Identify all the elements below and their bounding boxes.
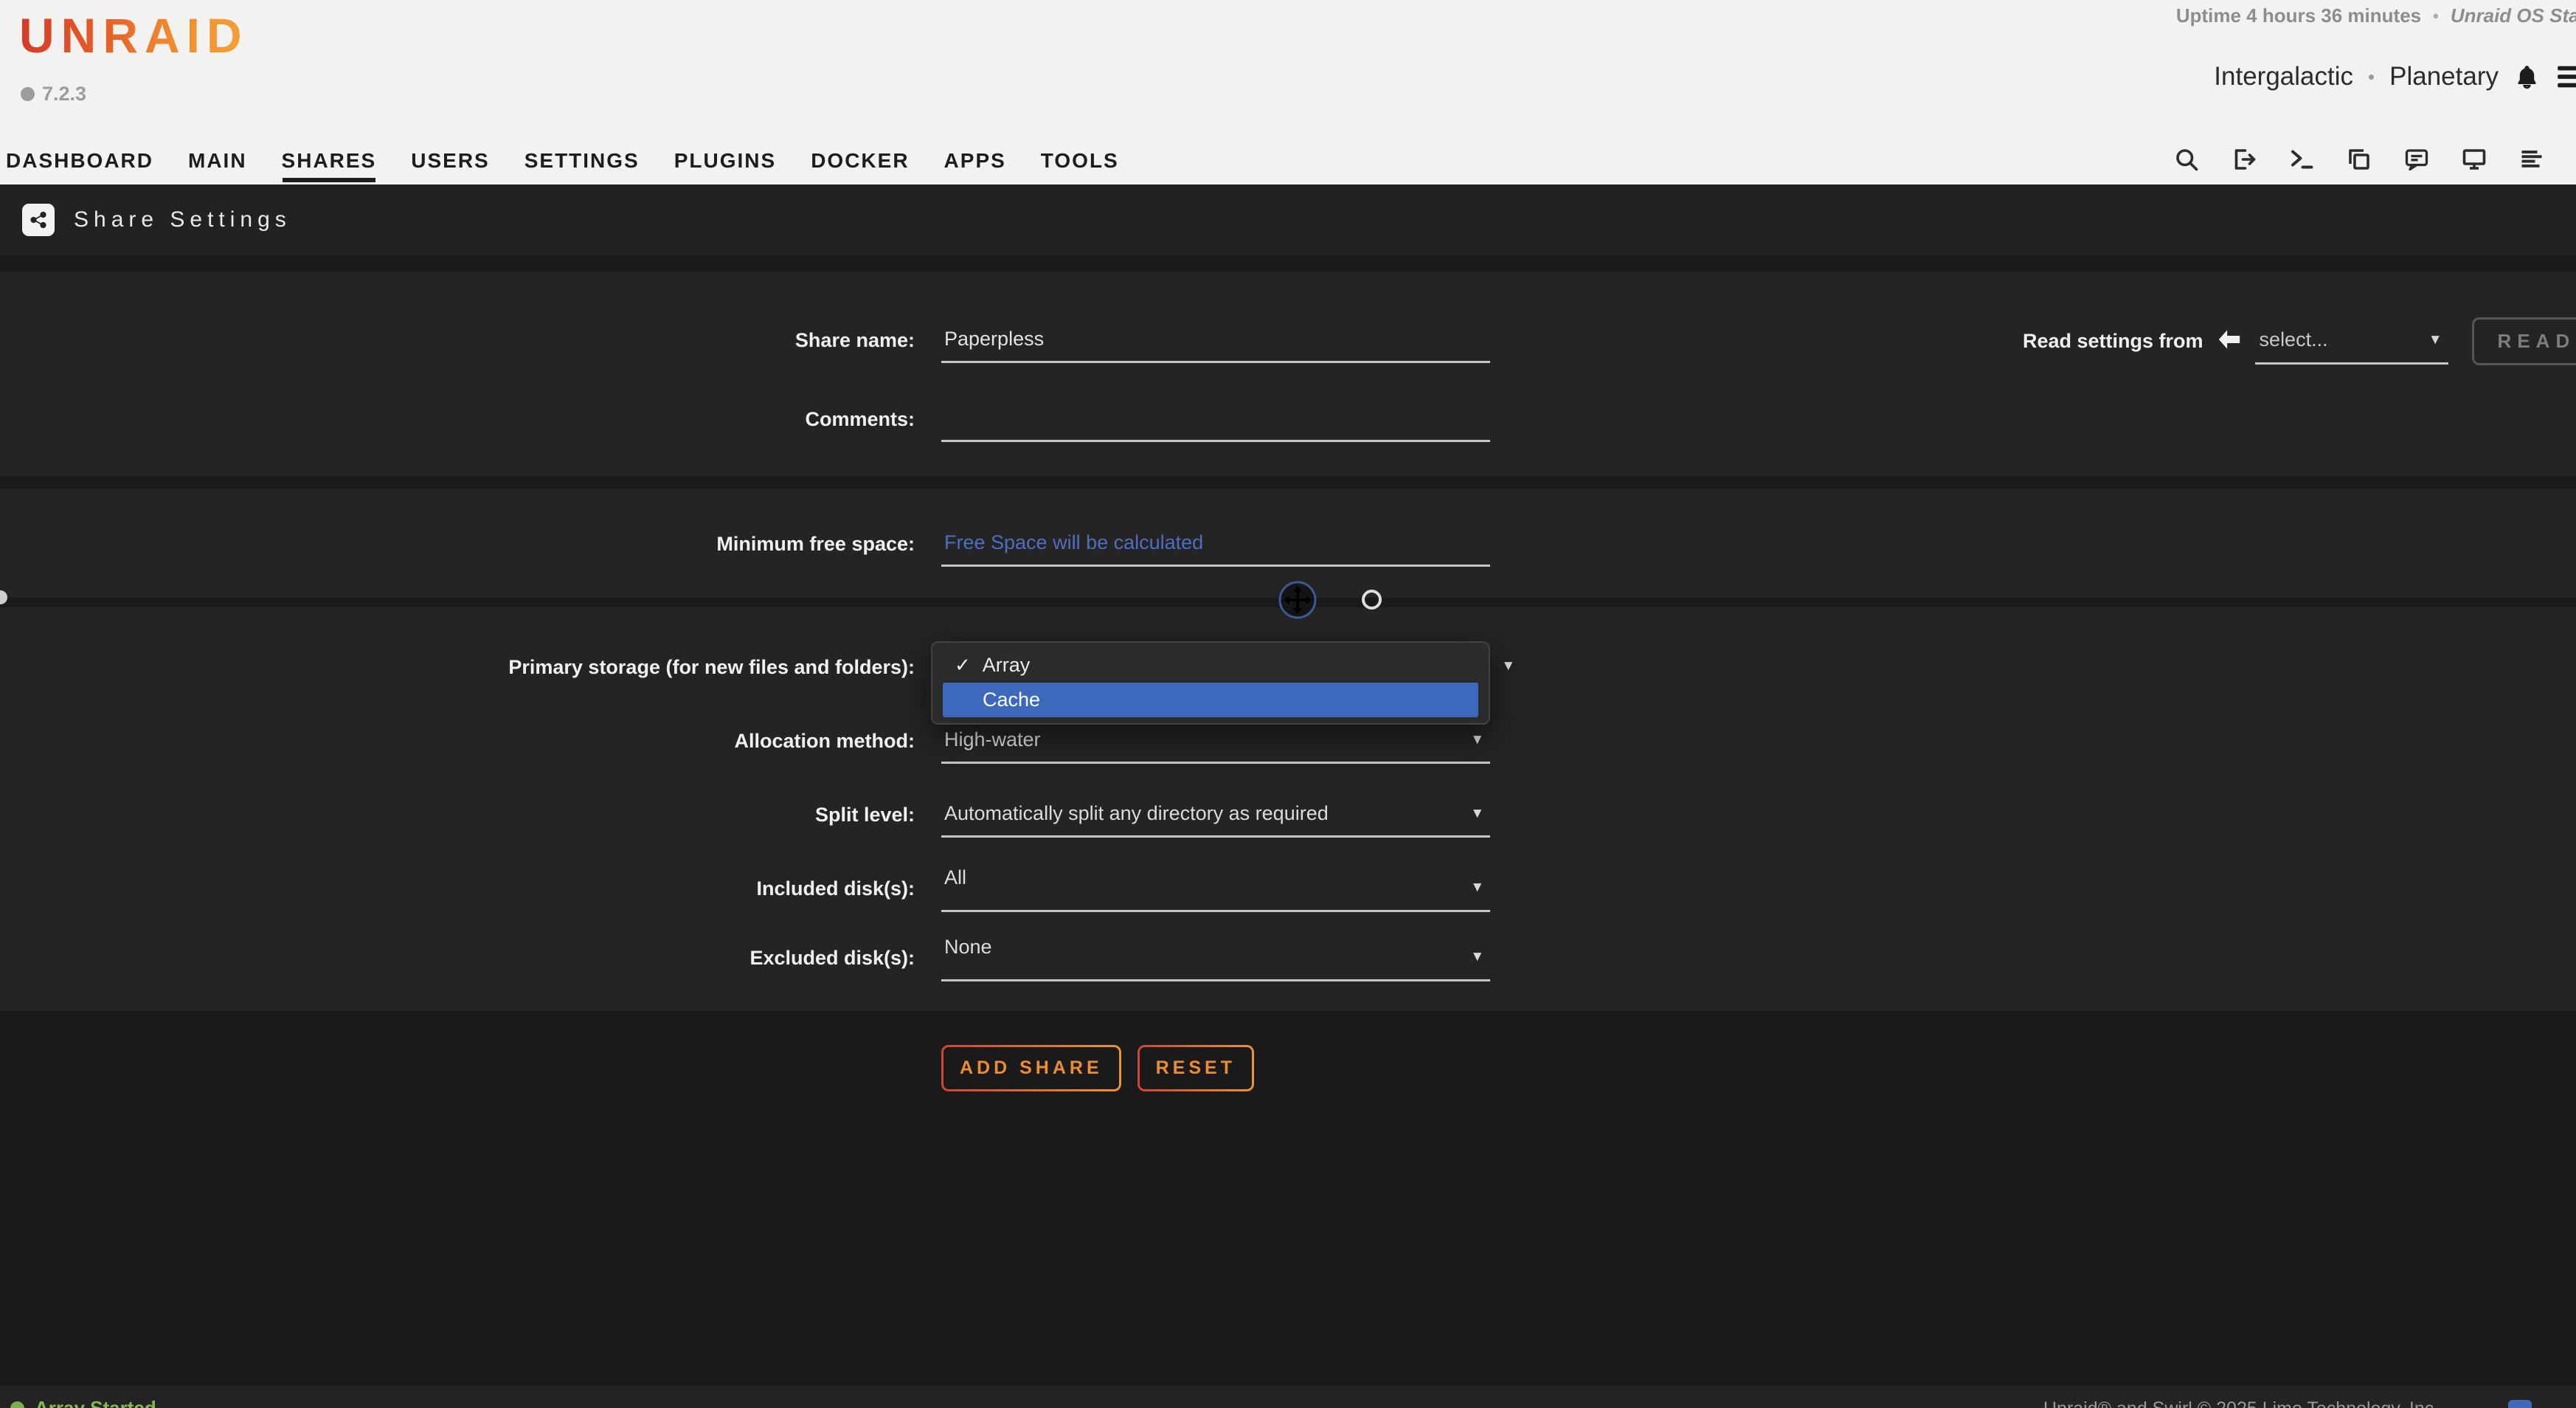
os-edition-text: Unraid OS Starter <box>2451 4 2576 27</box>
row-allocation-method: Allocation method: High-water ▼ <box>0 718 1490 764</box>
check-icon: ✓ <box>955 654 971 677</box>
power-dot-icon <box>21 87 35 101</box>
chevron-down-icon: ▼ <box>1470 949 1484 965</box>
footer: Array Started Unraid® and Swirl © 2025 L… <box>0 1386 2576 1408</box>
share-name-label: Share name: <box>0 329 915 352</box>
nav-item-docker[interactable]: DOCKER <box>811 149 909 173</box>
terminal-icon[interactable] <box>2288 146 2315 173</box>
read-settings-select[interactable]: select... ▼ <box>2255 317 2448 365</box>
server-identity: Intergalactic • Planetary <box>2214 62 2576 92</box>
included-disks-select[interactable]: All ▼ <box>941 865 1490 912</box>
server-separator: • <box>2368 66 2375 89</box>
chevron-down-icon: ▼ <box>1470 806 1484 822</box>
server-name: Intergalactic <box>2214 62 2353 92</box>
uptime-separator: • <box>2433 7 2439 26</box>
reset-button[interactable]: RESET <box>1138 1045 1254 1091</box>
allocation-method-value: High-water <box>944 728 1041 751</box>
included-disks-value: All <box>944 866 966 889</box>
dropdown-option-array-label: Array <box>983 654 1031 677</box>
excluded-disks-value: None <box>944 936 992 959</box>
page-title: Share Settings <box>74 207 291 232</box>
menu-icon[interactable] <box>2555 63 2576 90</box>
row-included-disks: Included disk(s): All ▼ <box>0 865 1490 912</box>
nav-item-tools[interactable]: TOOLS <box>1041 149 1119 173</box>
chevron-down-icon: ▼ <box>1470 880 1484 896</box>
log-icon[interactable] <box>2518 146 2545 173</box>
split-level-label: Split level: <box>0 804 915 826</box>
version-badge: 7.2.3 <box>21 83 86 106</box>
search-icon[interactable] <box>2173 146 2200 173</box>
chevron-down-icon: ▼ <box>2428 332 2442 348</box>
move-cursor-icon <box>1278 580 1318 624</box>
read-button[interactable]: READ <box>2472 317 2576 365</box>
read-settings-block: Read settings from select... ▼ READ <box>2023 317 2576 365</box>
included-disks-label: Included disk(s): <box>0 877 915 900</box>
scroll-top-button[interactable] <box>2508 1400 2532 1408</box>
add-share-button[interactable]: ADD SHARE <box>941 1045 1121 1091</box>
page-title-bar: Share Settings <box>0 184 2576 255</box>
nav-item-shares[interactable]: SHARES <box>282 149 377 173</box>
read-settings-select-value: select... <box>2260 328 2328 351</box>
nav-item-dashboard[interactable]: DASHBOARD <box>6 149 153 173</box>
chevron-down-icon: ▼ <box>1501 658 1515 674</box>
toolbar-icons <box>2173 145 2576 174</box>
nav-item-main[interactable]: MAIN <box>188 149 247 173</box>
copyright-text: Unraid® and Swirl © 2025 Lime Technology… <box>2043 1398 2439 1408</box>
split-level-value: Automatically split any directory as req… <box>944 802 1329 825</box>
min-free-space-input[interactable] <box>941 531 1490 554</box>
notifications-bell-icon[interactable] <box>2513 63 2541 91</box>
split-level-select[interactable]: Automatically split any directory as req… <box>941 792 1490 838</box>
min-free-space-label: Minimum free space: <box>0 533 915 556</box>
dropdown-option-array[interactable]: ✓ Array <box>955 649 1030 681</box>
array-status-text: Array Started <box>35 1397 156 1408</box>
comments-input[interactable] <box>941 407 1490 429</box>
dropdown-option-cache[interactable]: Cache <box>943 683 1478 717</box>
allocation-method-select[interactable]: High-water ▼ <box>941 718 1490 764</box>
row-comments: Comments: <box>0 396 1490 442</box>
share-icon <box>22 204 55 236</box>
primary-storage-label: Primary storage (for new files and folde… <box>0 656 915 679</box>
nav-item-apps[interactable]: APPS <box>944 149 1006 173</box>
nav-item-settings[interactable]: SETTINGS <box>524 149 640 173</box>
nav-item-users[interactable]: USERS <box>411 149 489 173</box>
uptime-text: Uptime 4 hours 36 minutes <box>2176 4 2421 27</box>
unraid-logo: UNRAID <box>19 7 249 63</box>
row-excluded-disks: Excluded disk(s): None ▼ <box>0 934 1490 981</box>
row-min-free-space: Minimum free space: <box>0 521 1490 567</box>
comments-label: Comments: <box>0 408 915 431</box>
dropdown-option-cache-label: Cache <box>983 689 1040 711</box>
server-description: Planetary <box>2389 62 2499 92</box>
form-actions: ADD SHARE RESET <box>941 1045 1254 1091</box>
header: UNRAID 7.2.3 Uptime 4 hours 36 minutes •… <box>0 0 2576 184</box>
excluded-disks-label: Excluded disk(s): <box>0 947 915 970</box>
chevron-down-icon: ▼ <box>1470 732 1484 748</box>
nav-item-plugins[interactable]: PLUGINS <box>674 149 776 173</box>
status-dot-icon <box>10 1401 24 1408</box>
row-split-level: Split level: Automatically split any dir… <box>0 792 1490 838</box>
version-text: 7.2.3 <box>42 83 86 106</box>
unraid-webgui: UNRAID 7.2.3 Uptime 4 hours 36 minutes •… <box>0 0 2576 1408</box>
allocation-method-label: Allocation method: <box>0 730 915 753</box>
section-name-comments <box>0 272 2576 476</box>
feedback-icon[interactable] <box>2403 146 2430 173</box>
main-navigation: DASHBOARD MAIN SHARES USERS SETTINGS PLU… <box>6 149 1119 173</box>
excluded-disks-select[interactable]: None ▼ <box>941 934 1490 981</box>
array-status[interactable]: Array Started <box>10 1397 156 1408</box>
click-indicator <box>1362 590 1382 610</box>
copy-icon[interactable] <box>2346 146 2372 173</box>
read-settings-label: Read settings from <box>2023 330 2203 353</box>
row-share-name: Share name: <box>0 317 1490 363</box>
share-name-input[interactable] <box>941 328 1490 351</box>
primary-storage-dropdown: ✓ Array Cache <box>931 641 1490 725</box>
arrow-left-icon <box>2217 328 2242 354</box>
monitor-icon[interactable] <box>2461 146 2487 173</box>
sign-out-icon[interactable] <box>2231 146 2257 173</box>
uptime-bar: Uptime 4 hours 36 minutes • Unraid OS St… <box>2176 4 2576 27</box>
